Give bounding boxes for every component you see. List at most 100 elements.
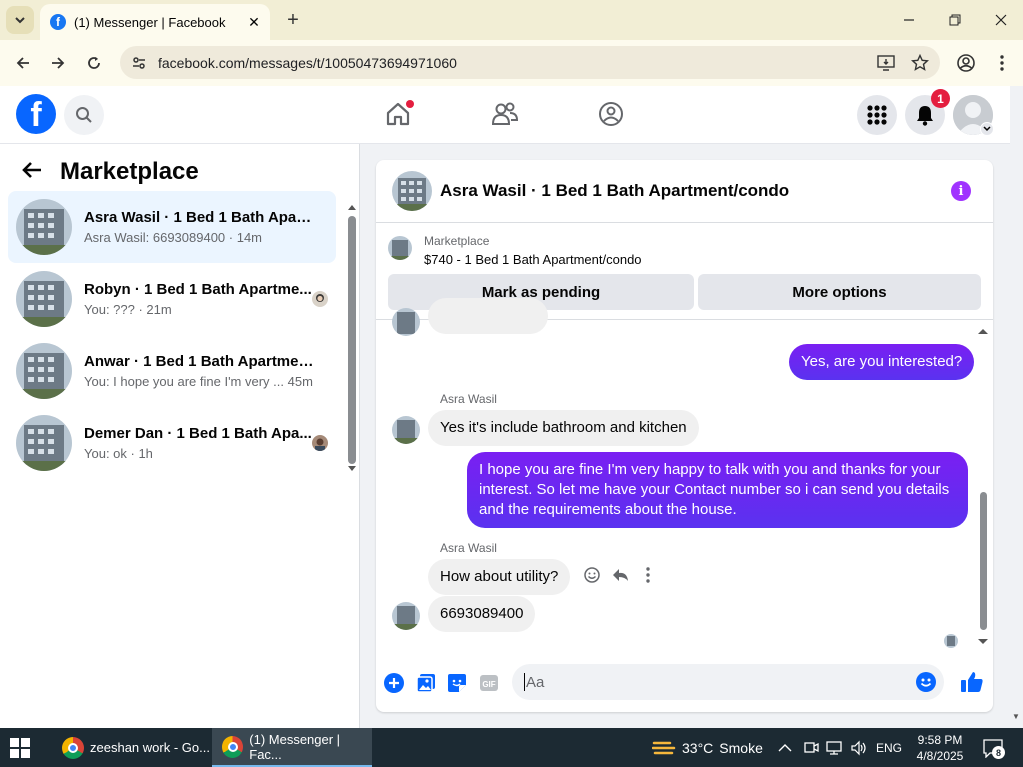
close-icon: [995, 14, 1007, 26]
facebook-logo[interactable]: f: [16, 94, 56, 134]
close-window-button[interactable]: [986, 8, 1016, 32]
clock-date: 4/8/2025: [916, 748, 964, 763]
info-icon[interactable]: i: [951, 181, 971, 201]
conversation-name: Demer Dan · 1 Bed 1 Bath Apa...: [84, 425, 312, 442]
conversation-scrollbar[interactable]: [348, 204, 356, 474]
conversation-name: Asra Wasil · 1 Bed 1 Bath Apartm...: [84, 209, 314, 226]
emoji-icon[interactable]: [916, 672, 936, 692]
scroll-down-arrow-icon[interactable]: [348, 466, 356, 472]
volume-icon[interactable]: [850, 728, 868, 767]
friends-nav-button[interactable]: [489, 98, 521, 130]
search-icon: [76, 107, 92, 123]
browser-toolbar: facebook.com/messages/t/1005047369497106…: [0, 40, 1023, 86]
back-button[interactable]: [10, 50, 36, 76]
conversation-item[interactable]: Anwar · 1 Bed 1 Bath Apartment... You: I…: [8, 335, 336, 407]
forward-button[interactable]: [45, 50, 71, 76]
plus-circle-icon: [384, 673, 404, 693]
reply-icon[interactable]: [610, 565, 630, 585]
attach-photo-button[interactable]: [415, 672, 437, 694]
scroll-up-arrow-icon[interactable]: [348, 204, 356, 210]
account-chevron-icon[interactable]: [980, 122, 994, 136]
scrollbar-thumb[interactable]: [348, 216, 356, 464]
more-actions-icon[interactable]: [638, 565, 658, 585]
network-icon[interactable]: [826, 728, 844, 767]
input-language[interactable]: ENG: [876, 728, 902, 767]
show-hidden-icons-button[interactable]: [778, 728, 792, 767]
bell-icon: [917, 106, 933, 126]
conversation-item[interactable]: Asra Wasil · 1 Bed 1 Bath Apartm... Asra…: [8, 191, 336, 263]
site-settings-icon[interactable]: [130, 54, 148, 72]
restore-icon: [949, 14, 961, 26]
browser-menu-button[interactable]: [989, 50, 1015, 76]
facebook-header: f 1: [0, 86, 1010, 144]
windows-logo-icon: [10, 738, 30, 758]
message-bubble-outgoing[interactable]: Yes, are you interested?: [789, 344, 975, 380]
sender-avatar[interactable]: [392, 602, 420, 630]
message-input[interactable]: Aa: [512, 664, 944, 700]
profile-icon: [957, 54, 975, 72]
browser-tab-messenger[interactable]: f (1) Messenger | Facebook ✕: [40, 4, 270, 40]
message-sender-name: Asra Wasil: [440, 392, 497, 406]
gif-button[interactable]: GIF: [478, 672, 500, 694]
profile-button[interactable]: [953, 50, 979, 76]
add-actions-button[interactable]: [383, 672, 405, 694]
message-bubble-incoming[interactable]: 6693089400: [428, 596, 536, 632]
conversation-item[interactable]: Demer Dan · 1 Bed 1 Bath Apa... You: ok …: [8, 407, 336, 479]
scroll-up-arrow-icon[interactable]: [978, 328, 988, 334]
home-notification-dot: [406, 100, 414, 108]
new-tab-button[interactable]: +: [282, 9, 304, 31]
listing-thumbnail: [16, 343, 72, 399]
notification-center-count: 8: [992, 746, 1005, 759]
minimize-button[interactable]: [894, 8, 924, 32]
browser-tabbar: f (1) Messenger | Facebook ✕ +: [0, 0, 1023, 40]
bookmark-star-icon[interactable]: [906, 49, 934, 77]
conversation-list-panel: Marketplace Asra Wasil · 1 Bed 1 Bath Ap…: [0, 144, 360, 728]
panel-header: Marketplace: [22, 158, 199, 186]
taskbar-app-label: zeeshan work - Go...: [90, 740, 210, 755]
address-bar[interactable]: facebook.com/messages/t/1005047369497106…: [120, 46, 940, 79]
restore-button[interactable]: [940, 8, 970, 32]
message-sender-name: Asra Wasil: [440, 541, 497, 555]
close-tab-icon[interactable]: ✕: [244, 12, 264, 32]
listing-price-title[interactable]: $740 - 1 Bed 1 Bath Apartment/condo: [424, 252, 642, 267]
groups-icon: [599, 102, 623, 126]
clock-time: 9:58 PM: [917, 732, 963, 747]
facebook-search-button[interactable]: [64, 95, 104, 135]
page-scroll-down-arrow-icon[interactable]: ▼: [1012, 712, 1020, 721]
meet-now-icon[interactable]: [803, 728, 819, 767]
reload-button[interactable]: [81, 50, 107, 76]
smoke-weather-icon: [652, 741, 676, 754]
weather-widget[interactable]: 33°C Smoke: [652, 728, 763, 767]
conversation-name: Robyn · 1 Bed 1 Bath Apartme...: [84, 281, 312, 298]
like-send-button[interactable]: [960, 670, 984, 694]
conversation-preview: Asra Wasil: 6693089400 · 14m: [84, 230, 263, 245]
listing-thumbnail: [16, 199, 72, 255]
taskbar-app-chrome-messenger[interactable]: (1) Messenger | Fac...: [212, 728, 372, 767]
groups-nav-button[interactable]: [595, 98, 627, 130]
conversation-item[interactable]: Robyn · 1 Bed 1 Bath Apartme... You: ???…: [8, 263, 336, 335]
chat-scrollbar[interactable]: [978, 328, 988, 648]
react-emoji-icon[interactable]: [582, 565, 602, 585]
more-options-button[interactable]: More options: [698, 274, 981, 310]
back-arrow-icon[interactable]: [22, 159, 42, 185]
windows-start-button[interactable]: [10, 738, 30, 758]
scroll-down-arrow-icon[interactable]: [978, 639, 988, 645]
chevron-down-icon: [15, 17, 25, 24]
scrollbar-thumb[interactable]: [980, 492, 987, 630]
install-app-icon[interactable]: [872, 49, 900, 77]
clock[interactable]: 9:58 PM 4/8/2025: [912, 728, 968, 767]
message-bubble-incoming[interactable]: Yes it's include bathroom and kitchen: [428, 410, 699, 446]
notification-center-button[interactable]: 8: [982, 728, 1005, 767]
conversation-preview: You: ok · 1h: [84, 446, 153, 461]
chat-header: Asra Wasil · 1 Bed 1 Bath Apartment/cond…: [376, 160, 993, 223]
menu-button[interactable]: [857, 95, 897, 135]
taskbar-app-chrome-work[interactable]: zeeshan work - Go...: [52, 728, 210, 767]
sender-avatar[interactable]: [392, 416, 420, 444]
chat-listing-thumbnail[interactable]: [392, 171, 432, 211]
friends-icon: [491, 102, 519, 125]
sticker-button[interactable]: [446, 672, 468, 694]
message-bubble-outgoing[interactable]: I hope you are fine I'm very happy to ta…: [467, 452, 968, 528]
chat-title[interactable]: Asra Wasil · 1 Bed 1 Bath Apartment/cond…: [440, 181, 789, 201]
tab-search-button[interactable]: [6, 6, 34, 34]
message-bubble-incoming[interactable]: How about utility?: [428, 559, 571, 595]
